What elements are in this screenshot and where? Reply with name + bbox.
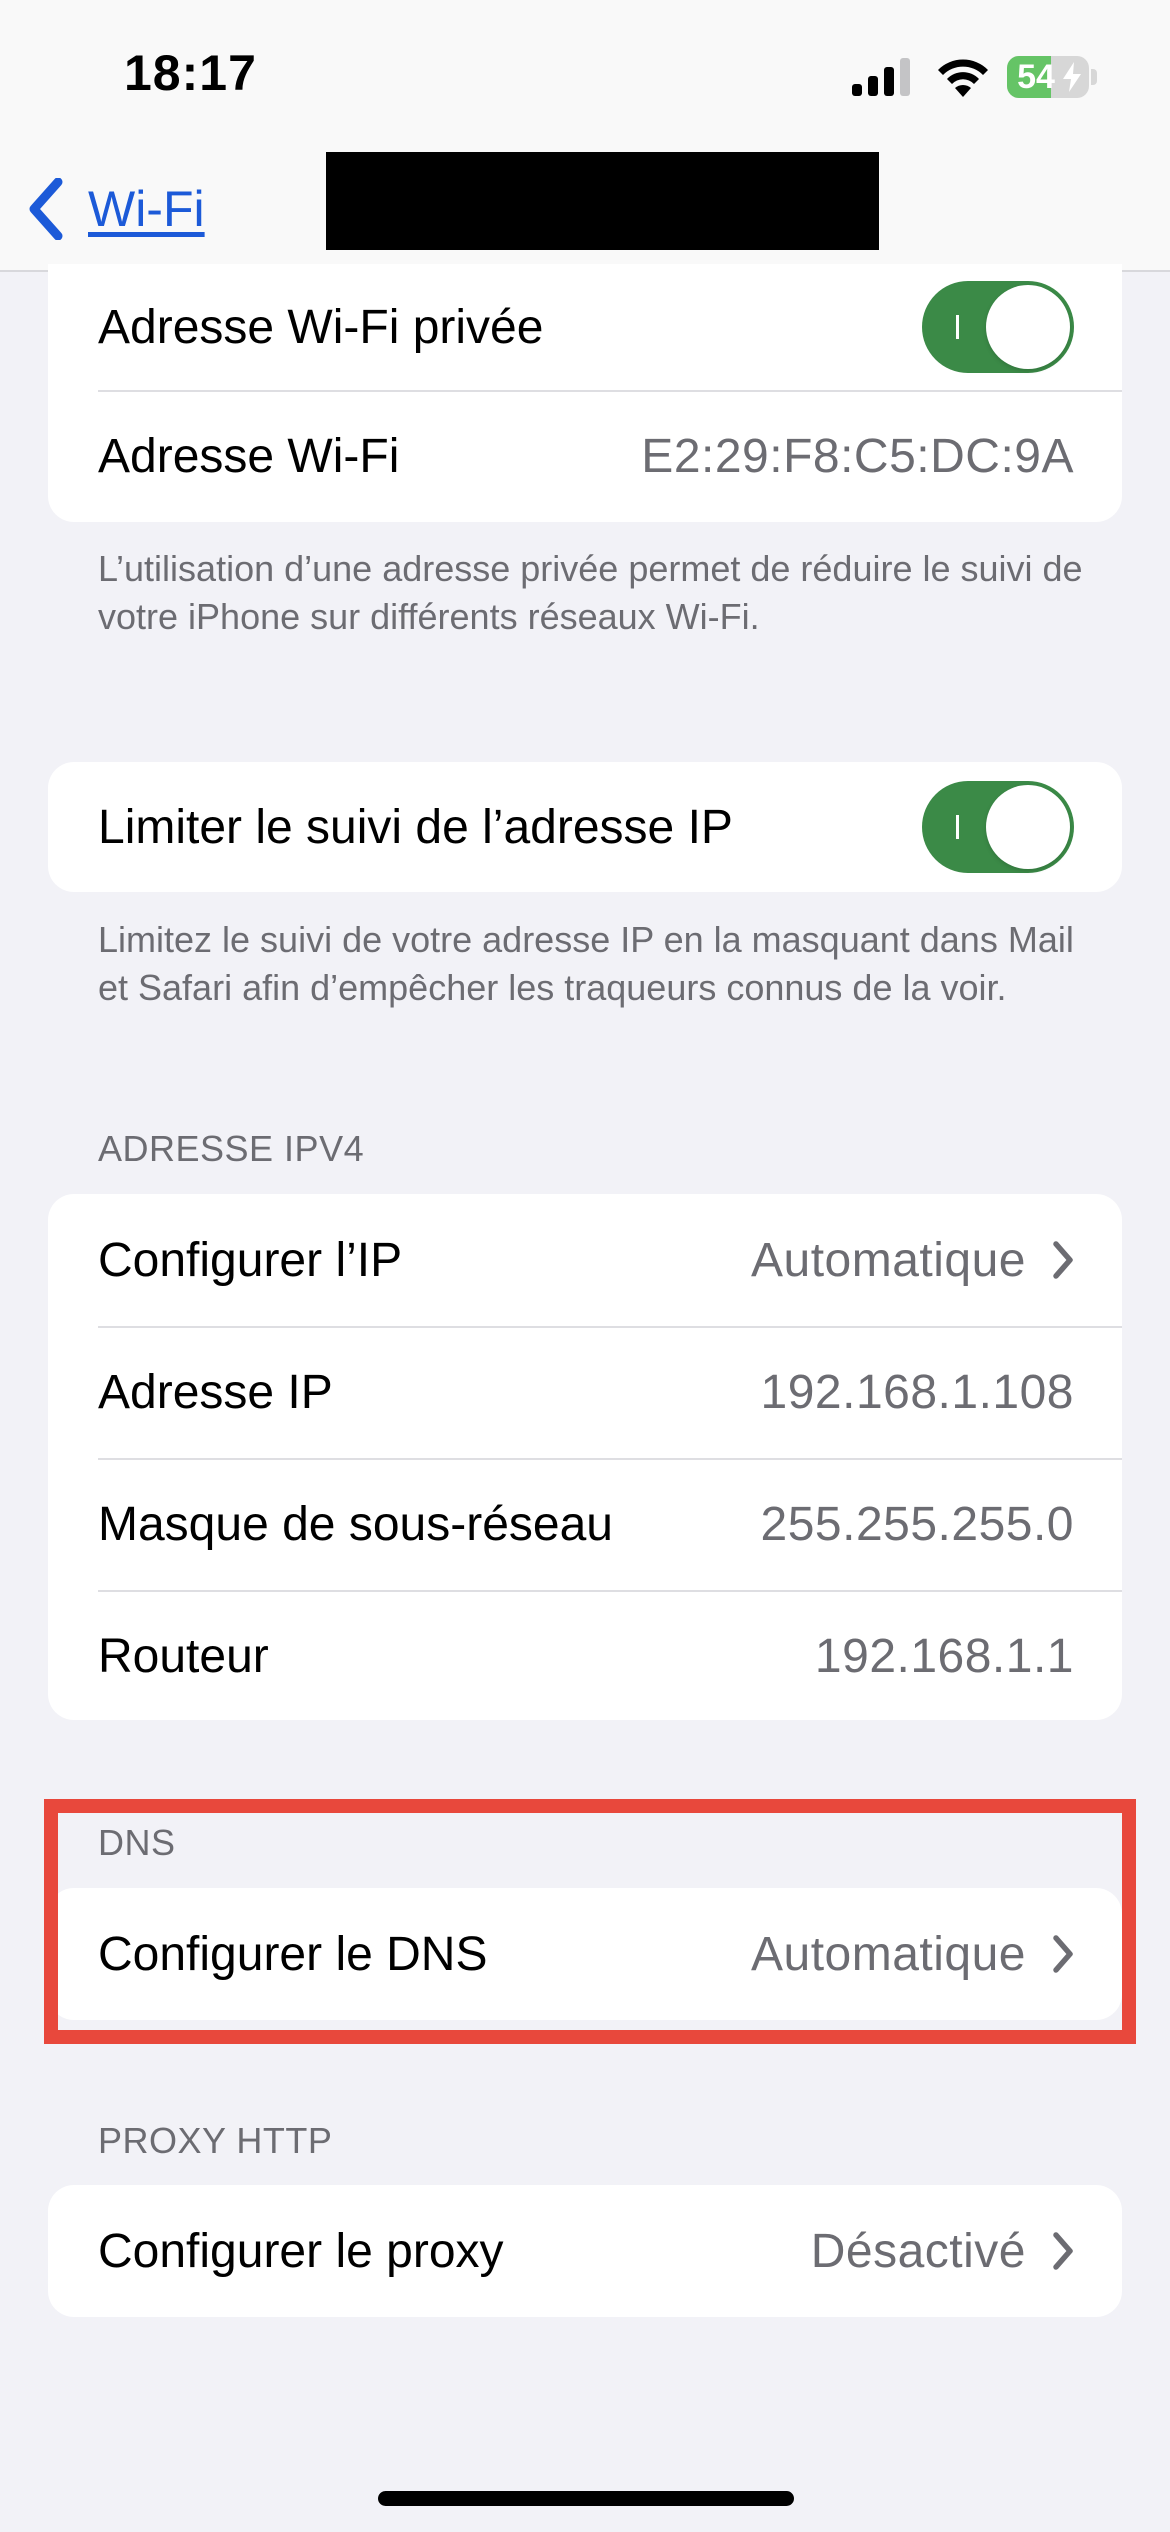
chevron-left-icon bbox=[29, 178, 63, 240]
navigation-bar: Wi-Fi bbox=[0, 150, 1170, 272]
limit-ip-footer: Limitez le suivi de votre adresse IP en … bbox=[98, 919, 1074, 1008]
configure-proxy-value: Désactivé bbox=[810, 2224, 1026, 2278]
battery-charging-icon: 54 bbox=[1007, 56, 1089, 98]
limit-ip-toggle[interactable] bbox=[922, 781, 1074, 873]
subnet-mask-label: Masque de sous-réseau bbox=[98, 1497, 613, 1551]
configure-ip-row[interactable]: Configurer l’IP Automatique bbox=[48, 1194, 1122, 1326]
wifi-address-row: Adresse Wi-Fi E2:29:F8:C5:DC:9A bbox=[48, 390, 1122, 522]
toggle-on-indicator bbox=[956, 315, 959, 339]
cellular-signal-icon bbox=[852, 58, 910, 96]
status-time: 18:17 bbox=[124, 45, 257, 101]
configure-dns-label: Configurer le DNS bbox=[98, 1927, 488, 1981]
subnet-mask-value: 255.255.255.0 bbox=[760, 1497, 1074, 1551]
configure-ip-value: Automatique bbox=[750, 1233, 1026, 1287]
limit-ip-label: Limiter le suivi de l’adresse IP bbox=[98, 800, 733, 854]
dns-card: Configurer le DNS Automatique bbox=[48, 1888, 1122, 2020]
battery-cap bbox=[1091, 69, 1097, 85]
private-address-card: Adresse Wi-Fi privée Adresse Wi-Fi E2:29… bbox=[48, 264, 1122, 522]
proxy-card: Configurer le proxy Désactivé bbox=[48, 2185, 1122, 2317]
charging-bolt-icon bbox=[1063, 62, 1081, 92]
router-value: 192.168.1.1 bbox=[814, 1629, 1074, 1683]
chevron-right-icon bbox=[1053, 1241, 1073, 1279]
dns-section-header: DNS bbox=[98, 1822, 176, 1863]
configure-dns-value: Automatique bbox=[750, 1927, 1026, 1981]
limit-ip-row: Limiter le suivi de l’adresse IP bbox=[48, 762, 1122, 892]
ip-address-value: 192.168.1.108 bbox=[760, 1365, 1074, 1419]
toggle-knob bbox=[986, 285, 1070, 369]
router-row: Routeur 192.168.1.1 bbox=[48, 1590, 1122, 1720]
ip-address-row: Adresse IP 192.168.1.108 bbox=[48, 1326, 1122, 1458]
configure-proxy-label: Configurer le proxy bbox=[98, 2224, 504, 2278]
toggle-knob bbox=[986, 785, 1070, 869]
battery-level: 54 bbox=[1017, 58, 1055, 96]
ipv4-section-header: ADRESSE IPV4 bbox=[98, 1128, 365, 1169]
redacted-network-name bbox=[326, 152, 879, 250]
private-address-toggle[interactable] bbox=[922, 281, 1074, 373]
wifi-address-label: Adresse Wi-Fi bbox=[98, 429, 400, 483]
configure-proxy-row[interactable]: Configurer le proxy Désactivé bbox=[48, 2185, 1122, 2317]
ip-address-label: Adresse IP bbox=[98, 1365, 333, 1419]
wifi-address-value: E2:29:F8:C5:DC:9A bbox=[641, 429, 1074, 483]
configure-dns-row[interactable]: Configurer le DNS Automatique bbox=[48, 1888, 1122, 2020]
chevron-right-icon bbox=[1053, 1935, 1073, 1973]
private-address-label: Adresse Wi-Fi privée bbox=[98, 300, 544, 354]
proxy-section-header: PROXY HTTP bbox=[98, 2120, 333, 2161]
configure-ip-label: Configurer l’IP bbox=[98, 1233, 403, 1287]
private-address-row: Adresse Wi-Fi privée bbox=[48, 264, 1122, 390]
toggle-on-indicator bbox=[956, 815, 959, 839]
subnet-mask-row: Masque de sous-réseau 255.255.255.0 bbox=[48, 1458, 1122, 1590]
router-label: Routeur bbox=[98, 1629, 269, 1683]
limit-ip-card: Limiter le suivi de l’adresse IP bbox=[48, 762, 1122, 892]
back-label: Wi-Fi bbox=[88, 181, 205, 237]
chevron-right-icon bbox=[1053, 2232, 1073, 2270]
home-indicator[interactable] bbox=[378, 2491, 794, 2506]
wifi-icon bbox=[938, 59, 988, 97]
private-address-footer: L’utilisation d’une adresse privée perme… bbox=[98, 548, 1083, 637]
status-bar: 18:17 54 bbox=[0, 0, 1170, 150]
back-button[interactable]: Wi-Fi bbox=[26, 174, 205, 244]
ipv4-card: Configurer l’IP Automatique Adresse IP 1… bbox=[48, 1194, 1122, 1720]
